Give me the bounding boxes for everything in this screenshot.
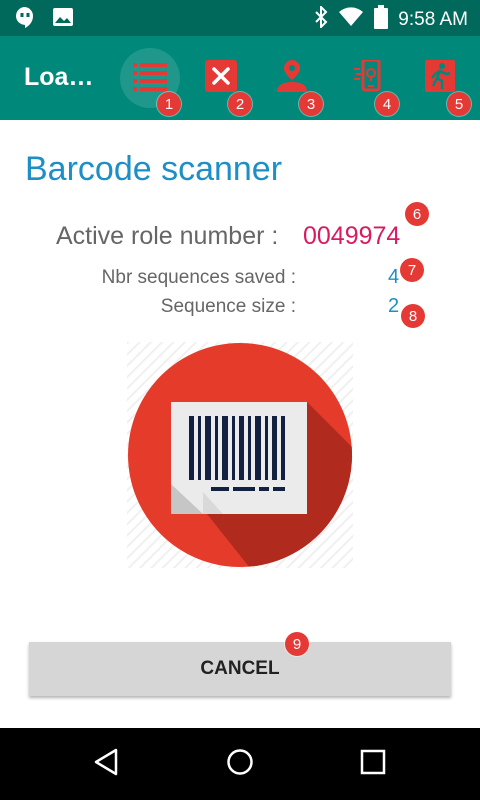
back-triangle-icon xyxy=(93,748,119,781)
toolbar-title: Loa… xyxy=(24,63,94,91)
back-button[interactable] xyxy=(90,748,122,780)
phone-signal-icon xyxy=(353,58,383,97)
bluetooth-icon xyxy=(314,4,328,33)
recents-button[interactable] xyxy=(357,748,389,780)
active-role-label: Active role number : xyxy=(56,222,279,250)
system-nav-bar xyxy=(0,728,480,800)
tooltip-badge-6: 6 xyxy=(405,202,429,226)
home-button[interactable] xyxy=(224,748,256,780)
active-role-value: 0049974 xyxy=(303,222,401,250)
battery-icon xyxy=(374,5,389,34)
hangouts-icon xyxy=(14,6,36,33)
tooltip-badge-7: 7 xyxy=(400,258,424,282)
sequence-size-value: 2 xyxy=(388,295,400,317)
phone-signal-button[interactable]: 4 xyxy=(338,48,399,116)
home-circle-icon xyxy=(226,748,254,781)
barcode-scanner-icon xyxy=(127,342,353,568)
close-box-icon xyxy=(205,59,237,97)
tooltip-badge-5: 5 xyxy=(447,92,471,116)
page-title: Barcode scanner xyxy=(25,150,283,188)
recents-square-icon xyxy=(360,749,386,780)
tooltip-badge-4: 4 xyxy=(375,92,399,116)
close-button[interactable]: 2 xyxy=(191,48,252,116)
main-content: Barcode scanner Active role number : 004… xyxy=(0,120,480,728)
tooltip-badge-2: 2 xyxy=(228,92,252,116)
exit-button[interactable]: 5 xyxy=(410,48,471,116)
image-icon xyxy=(52,7,74,32)
exit-icon xyxy=(425,59,455,97)
tooltip-badge-8: 8 xyxy=(401,304,425,328)
list-button[interactable]: 1 xyxy=(120,48,181,116)
status-bar: 9:58 AM xyxy=(0,0,480,36)
sequence-size-label: Sequence size : xyxy=(160,296,296,317)
app-toolbar: Loa… 1 2 3 4 5 xyxy=(0,36,480,120)
list-icon xyxy=(133,61,167,96)
clock-time: 9:58 AM xyxy=(398,8,468,30)
sequences-saved-label: Nbr sequences saved : xyxy=(101,267,296,288)
tooltip-badge-3: 3 xyxy=(299,92,323,116)
cancel-button[interactable]: CANCEL xyxy=(29,642,451,696)
tooltip-badge-1: 1 xyxy=(157,92,181,116)
wifi-icon xyxy=(338,7,364,32)
sequences-saved-value: 4 xyxy=(388,266,400,288)
user-location-icon xyxy=(277,59,307,97)
tooltip-badge-9: 9 xyxy=(285,632,309,656)
user-location-button[interactable]: 3 xyxy=(262,48,323,116)
